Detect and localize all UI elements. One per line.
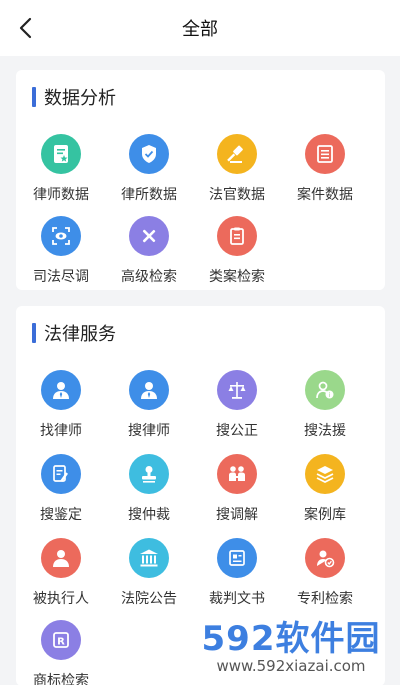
site-watermark: 592软件园 www.592xiazai.com <box>196 617 386 679</box>
person-icon <box>41 538 81 578</box>
grid-item-search-lawyer[interactable]: 搜律师 <box>106 370 192 440</box>
item-label: 搜鉴定 <box>40 507 82 523</box>
section-accent-bar <box>32 323 36 343</box>
item-label: 搜仲裁 <box>128 507 170 523</box>
section-accent-bar <box>32 87 36 107</box>
section-title: 法律服务 <box>44 324 116 345</box>
item-label: 搜公正 <box>216 423 258 439</box>
item-label: 裁判文书 <box>209 591 265 607</box>
item-label: 法院公告 <box>121 591 177 607</box>
court-icon <box>129 538 169 578</box>
grid-item-case-data[interactable]: 案件数据 <box>282 134 368 204</box>
grid-item-search-mediation[interactable]: 搜调解 <box>194 454 280 524</box>
section-title: 数据分析 <box>44 88 116 109</box>
eye-scan-icon <box>41 216 81 256</box>
lawyer-data-icon <box>41 134 81 174</box>
lawyer-avatar-icon <box>41 370 81 410</box>
lawyer-avatar-icon <box>129 370 169 410</box>
section-header: 数据分析 <box>32 86 116 109</box>
grid-item-advanced-search[interactable]: 高级检索 <box>106 216 192 286</box>
trademark-icon: R <box>41 620 81 660</box>
grid-item-search-notary[interactable]: 搜公正 <box>194 370 280 440</box>
item-label: 搜律师 <box>128 423 170 439</box>
scales-icon <box>217 370 257 410</box>
item-label: 高级检索 <box>121 269 177 285</box>
item-label: 案件数据 <box>297 187 353 203</box>
patent-user-icon <box>305 538 345 578</box>
section-header: 法律服务 <box>32 322 116 345</box>
document-icon <box>217 538 257 578</box>
stamp-icon <box>129 454 169 494</box>
back-button[interactable] <box>12 14 40 42</box>
section-card-data-analysis: 数据分析 律师数据 律所数据 法官数据 案件数据 司法尽调 高级检索 类案检索 <box>16 70 385 290</box>
watermark-url: www.592xiazai.com <box>216 657 366 675</box>
grid-item-search-arbitration[interactable]: 搜仲裁 <box>106 454 192 524</box>
item-label: 司法尽调 <box>33 269 89 285</box>
grid-item-trademark-search[interactable]: R 商标检索 <box>18 620 104 685</box>
grid-item-court-announcement[interactable]: 法院公告 <box>106 538 192 608</box>
item-label: 律师数据 <box>33 187 89 203</box>
user-help-icon: i <box>305 370 345 410</box>
grid-item-find-lawyer[interactable]: 找律师 <box>18 370 104 440</box>
grid-item-person-subject-to-enforcement[interactable]: 被执行人 <box>18 538 104 608</box>
page-title: 全部 <box>182 19 218 40</box>
grid-item-case-library[interactable]: 案例库 <box>282 454 368 524</box>
grid-item-law-firm-data[interactable]: 律所数据 <box>106 134 192 204</box>
item-label: 被执行人 <box>33 591 89 607</box>
item-label: 找律师 <box>40 423 82 439</box>
clipboard-icon <box>217 216 257 256</box>
grid-item-judicial-due-diligence[interactable]: 司法尽调 <box>18 216 104 286</box>
tools-icon <box>129 216 169 256</box>
top-bar: 全部 <box>0 0 400 56</box>
law-firm-shield-icon <box>129 134 169 174</box>
grid-item-patent-search[interactable]: 专利检索 <box>282 538 368 608</box>
item-label: 类案检索 <box>209 269 265 285</box>
item-label: 律所数据 <box>121 187 177 203</box>
item-label: 案例库 <box>304 507 346 523</box>
item-label: 商标检索 <box>33 673 89 685</box>
svg-text:R: R <box>57 637 65 648</box>
gavel-icon <box>217 134 257 174</box>
grid-item-search-appraisal[interactable]: 搜鉴定 <box>18 454 104 524</box>
grid-item-search-legal-aid[interactable]: i 搜法援 <box>282 370 368 440</box>
item-label: 法官数据 <box>209 187 265 203</box>
grid-item-similar-case-search[interactable]: 类案检索 <box>194 216 280 286</box>
case-list-icon <box>305 134 345 174</box>
grid-item-judge-data[interactable]: 法官数据 <box>194 134 280 204</box>
mediation-icon <box>217 454 257 494</box>
grid-item-lawyer-data[interactable]: 律师数据 <box>18 134 104 204</box>
grid-item-judgment-documents[interactable]: 裁判文书 <box>194 538 280 608</box>
watermark-brand: 592软件园 <box>201 619 381 659</box>
item-label: 专利检索 <box>297 591 353 607</box>
item-label: 搜调解 <box>216 507 258 523</box>
layers-icon <box>305 454 345 494</box>
document-edit-icon <box>41 454 81 494</box>
chevron-left-icon <box>19 17 32 39</box>
item-label: 搜法援 <box>304 423 346 439</box>
